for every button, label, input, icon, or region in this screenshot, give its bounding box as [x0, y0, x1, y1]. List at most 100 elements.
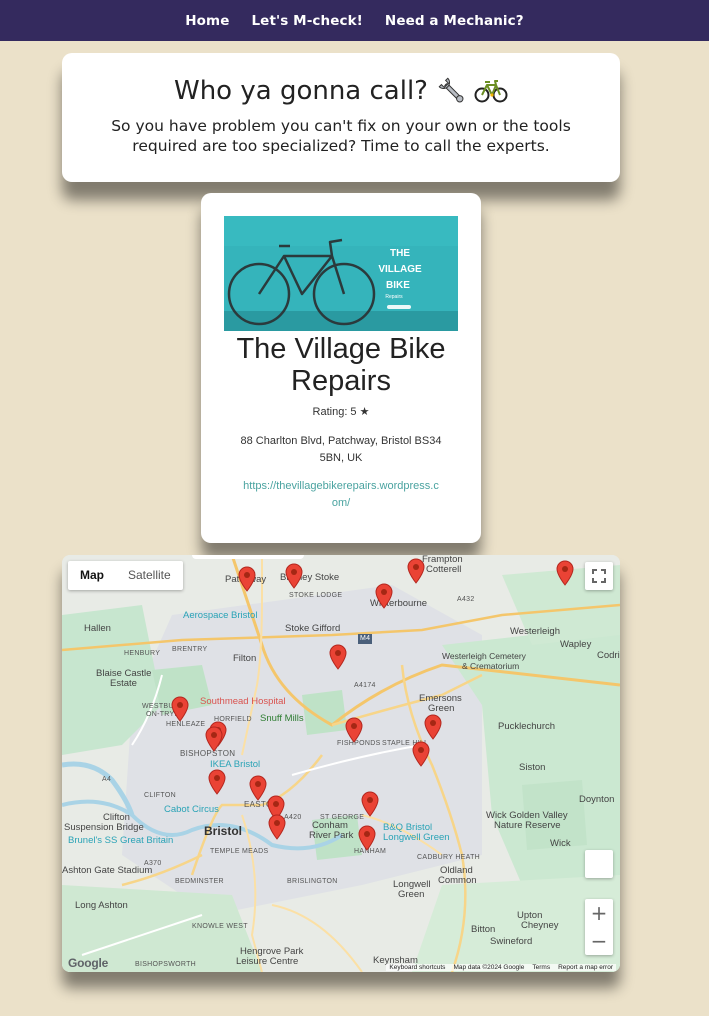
- map-label: River Park: [309, 830, 354, 841]
- map-marker-pin-icon[interactable]: [171, 696, 189, 722]
- hero-title-text: Who ya gonna call?: [174, 76, 428, 106]
- map-label: A420: [284, 814, 302, 821]
- top-navbar: Home Let's M-check! Need a Mechanic?: [0, 0, 709, 41]
- wrench-icon: [438, 77, 464, 103]
- map-type-satellite-button[interactable]: Satellite: [116, 561, 183, 590]
- zoom-in-button[interactable]: +: [591, 899, 608, 927]
- map-label: CADBURY HEATH: [417, 854, 481, 861]
- map-label: Nature Reserve: [494, 820, 561, 831]
- map-marker-pin-icon[interactable]: [556, 560, 574, 586]
- keyboard-shortcuts-link[interactable]: Keyboard shortcuts: [389, 964, 445, 971]
- map-label: & Crematorium: [462, 661, 520, 671]
- map-label: Wick: [550, 838, 571, 849]
- map-label: Codri: [597, 650, 620, 661]
- map-label: Suspension Bridge: [64, 822, 144, 833]
- map-footer: Keyboard shortcuts Map data ©2024 Google…: [386, 964, 616, 971]
- map-marker-pin-icon[interactable]: [375, 583, 393, 609]
- map-marker-pin-icon[interactable]: [345, 717, 363, 743]
- map-marker-pin-icon[interactable]: [424, 714, 442, 740]
- map-label: Pucklechurch: [498, 721, 556, 732]
- map-marker-pin-icon[interactable]: [412, 741, 430, 767]
- mechanic-website-link[interactable]: https://thevillagebikerepairs.wordpress.…: [241, 478, 441, 512]
- google-logo-text: Google: [68, 956, 109, 970]
- map-label: Estate: [110, 678, 137, 689]
- nav-mechanic-link[interactable]: Need a Mechanic?: [385, 13, 524, 29]
- map-label: Doynton: [579, 794, 615, 805]
- street-view-pegman-button[interactable]: [585, 850, 613, 878]
- logo-text-bike: BIKE: [386, 280, 410, 291]
- terms-link[interactable]: Terms: [532, 964, 550, 971]
- map-label: Filton: [233, 653, 257, 664]
- map-label: Wapley: [560, 639, 592, 650]
- map-label: A4: [102, 776, 112, 783]
- map-label: A4174: [354, 682, 376, 689]
- map-marker-pin-icon[interactable]: [358, 825, 376, 851]
- map-label: A432: [457, 596, 475, 603]
- hero-heading: Who ya gonna call?: [62, 75, 620, 107]
- map-type-control: Map Satellite: [68, 561, 183, 590]
- bicycle-icon: [474, 80, 508, 103]
- map-label: Brunel's SS Great Britain: [68, 835, 174, 846]
- map-label: Green: [398, 889, 425, 900]
- logo-text-repairs: Repairs: [385, 294, 403, 300]
- map-marker-pin-icon[interactable]: [208, 769, 226, 795]
- map-label: Bristol: [204, 824, 243, 838]
- logo-text-the: THE: [390, 248, 410, 259]
- google-logo: Google: [68, 956, 108, 970]
- map-label: Hallen: [84, 623, 111, 634]
- map-label: Bitton: [471, 924, 496, 935]
- map-label: Cotterell: [426, 564, 462, 575]
- map-label: BISHOPSWORTH: [135, 961, 197, 968]
- mechanic-name: The Village Bike Repairs: [236, 333, 446, 397]
- report-error-link[interactable]: Report a map error: [558, 964, 613, 971]
- map-label: Green: [428, 703, 455, 714]
- map-label: BRENTRY: [172, 646, 208, 653]
- nav-home-link[interactable]: Home: [185, 13, 229, 29]
- map-label: A370: [144, 860, 162, 867]
- map-label: Snuff Mills: [260, 713, 304, 724]
- map-label: Cabot Circus: [164, 804, 219, 815]
- map-label: KNOWLE WEST: [192, 923, 248, 930]
- bike-photo-image: THE VILLAGE BIKE Repairs: [224, 216, 458, 331]
- map-label: Siston: [519, 762, 546, 773]
- map-marker-pin-icon[interactable]: [238, 566, 256, 592]
- map-label: Aerospace Bristol: [183, 610, 258, 621]
- map-marker-pin-icon[interactable]: [205, 726, 223, 752]
- map-label: CLIFTON: [144, 792, 176, 799]
- zoom-control: + −: [585, 899, 613, 955]
- map-label: Stoke Gifford: [285, 623, 341, 634]
- map-label: Longwell Green: [383, 832, 450, 843]
- map-label: Common: [438, 875, 477, 886]
- map-marker-pin-icon[interactable]: [249, 775, 267, 801]
- logo-text-village: VILLAGE: [378, 264, 422, 275]
- google-map[interactable]: Frampton Cotterell Patchway Bradley Stok…: [62, 555, 620, 972]
- hero-card: Who ya gonna call? So you have problem y…: [62, 53, 620, 182]
- map-label: TEMPLE MEADS: [210, 848, 269, 855]
- map-marker-pin-icon[interactable]: [361, 791, 379, 817]
- fullscreen-icon: [592, 569, 606, 583]
- map-label: Cheyney: [521, 920, 559, 931]
- map-label: M4: [358, 634, 373, 644]
- map-marker-pin-icon[interactable]: [407, 558, 425, 584]
- map-marker-pin-icon[interactable]: [329, 644, 347, 670]
- map-type-map-button[interactable]: Map: [68, 561, 116, 590]
- mechanic-address: 88 Charlton Blvd, Patchway, Bristol BS34…: [240, 435, 442, 464]
- mechanic-card: THE VILLAGE BIKE Repairs The Village Bik…: [201, 193, 481, 543]
- map-label: BEDMINSTER: [175, 878, 224, 885]
- map-label: Swineford: [490, 936, 533, 947]
- map-label: Long Ashton: [75, 900, 128, 911]
- fullscreen-button[interactable]: [585, 562, 613, 590]
- map-label: Leisure Centre: [236, 956, 299, 967]
- map-marker-pin-icon[interactable]: [285, 563, 303, 589]
- map-data-attribution: Map data ©2024 Google: [453, 964, 525, 971]
- nav-mcheck-link[interactable]: Let's M-check!: [251, 13, 362, 29]
- hero-emoji-group: [436, 75, 508, 107]
- hero-subtitle: So you have problem you can't fix on you…: [111, 117, 571, 155]
- map-label: Ashton Gate Stadium: [62, 865, 153, 876]
- map-label: BRISLINGTON: [287, 878, 338, 885]
- zoom-out-button[interactable]: −: [591, 927, 608, 955]
- map-marker-pin-icon[interactable]: [268, 814, 286, 840]
- map-label: HENBURY: [124, 650, 161, 657]
- map-label: Westerleigh Cemetery: [442, 651, 526, 661]
- map-label: Westerleigh: [510, 626, 560, 637]
